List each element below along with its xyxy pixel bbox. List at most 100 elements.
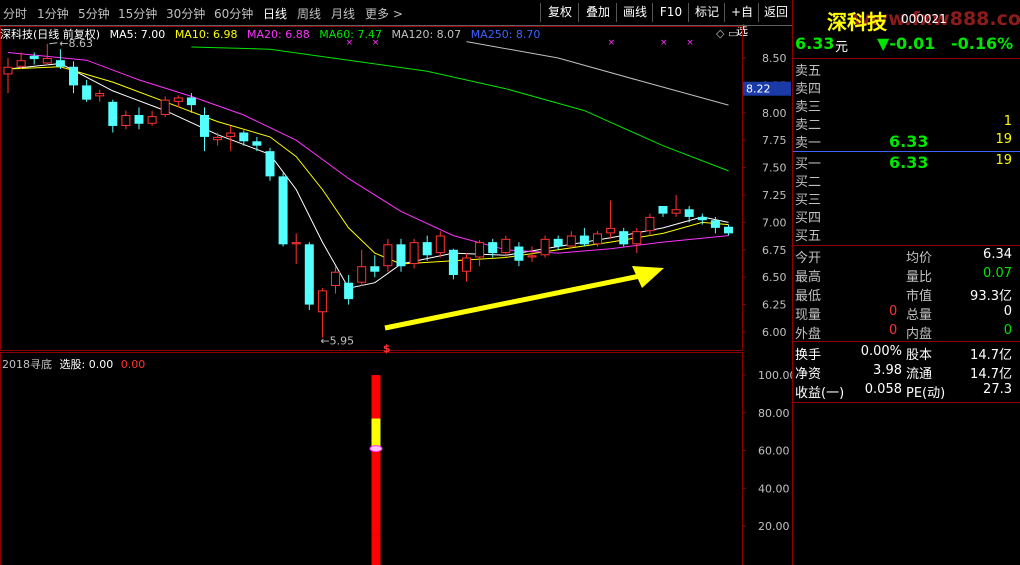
candle-body [501, 238, 511, 254]
indicator-value: 0.00 [120, 358, 146, 371]
candle [108, 99, 118, 133]
stat-label: 内盘 [906, 327, 933, 342]
candle-body [579, 235, 589, 245]
stat-value: 0 [1003, 323, 1012, 338]
stat-value: 0.07 [983, 266, 1012, 281]
candle [553, 235, 563, 250]
fundamental-value: 27.3 [983, 382, 1012, 397]
candle [632, 227, 642, 254]
fundamental-row: 换手 0.00% 股本 14.7亿 [793, 343, 1020, 363]
stat-label: 市值 [906, 289, 933, 304]
candle [278, 173, 288, 247]
ma-line-ma20 [7, 52, 729, 254]
price-change: ▼-0.01 [877, 34, 936, 53]
sell-level-row: 卖五 [793, 59, 1020, 79]
candle-body [684, 209, 694, 217]
candle [213, 132, 223, 146]
candle-body [435, 235, 445, 254]
ma-line-ma5 [7, 62, 729, 289]
candle-body [265, 151, 275, 177]
candle [383, 238, 393, 272]
candle-body [239, 132, 249, 142]
stat-row: 最高 量比 0.07 [793, 265, 1020, 285]
y-tick-label: 7.75 [762, 134, 787, 147]
candle-body [658, 205, 668, 214]
panel-divider [792, 0, 793, 565]
indicator-y-label: 80.00 [758, 407, 790, 420]
signal-bar-segment [371, 535, 381, 565]
stat-label: 现量 [795, 308, 822, 323]
buy-order-book: 买一 6.33 19 买二 买三 买四 买五 [793, 152, 1020, 244]
candle-body [226, 132, 236, 137]
fundamental-label: 换手 [795, 348, 822, 363]
indicator-label: 选股: 0.00 [59, 358, 114, 371]
quote-stats: 今开 均价 6.34 最高 量比 0.07 最低 市值 93.3亿 现量 0 总量 0 外盘 0 内盘 0 [793, 246, 1020, 342]
event-mark: × [608, 38, 616, 48]
candle [724, 224, 733, 236]
price-change-pct: -0.16% [951, 34, 1014, 53]
candle [475, 239, 485, 267]
candle-body [396, 244, 406, 267]
candle-body [55, 60, 65, 67]
sell-level-label: 卖一 [795, 136, 822, 151]
fundamental-label: PE(动) [906, 386, 946, 401]
candle [186, 93, 196, 113]
sell-level-row: 卖二 1 [793, 113, 1020, 133]
candle [344, 275, 354, 305]
candle-body [108, 101, 118, 126]
ma10-label: MA10: 6.98 [174, 28, 238, 41]
candle [606, 200, 616, 239]
stat-row: 现量 0 总量 0 [793, 303, 1020, 323]
candle-body [540, 238, 550, 256]
stock-name: 深科技 [827, 10, 887, 34]
fundamental-stats: 换手 0.00% 股本 14.7亿 净资 3.98 流通 14.7亿收益(一) 0.058 PE(… [793, 343, 1020, 403]
candle [619, 227, 629, 247]
candle [566, 231, 576, 249]
candle-body [697, 216, 707, 221]
price-row: 6.33 元 ▼-0.01 -0.16% [793, 34, 1020, 56]
candle-body [645, 216, 655, 232]
fundamental-label: 股本 [906, 348, 933, 363]
indicator-y-label: 20.00 [758, 520, 790, 533]
fundamental-row: 净资 3.98 流通 14.7亿 [793, 362, 1020, 382]
candle-body [422, 242, 432, 256]
candle [200, 107, 209, 152]
candle-body [186, 97, 196, 106]
candle-body [304, 244, 314, 305]
sell-level-row: 卖三 [793, 95, 1020, 115]
candle [147, 110, 157, 126]
candle [291, 233, 301, 265]
candle-body [553, 238, 563, 247]
candle [435, 231, 445, 258]
y-tick-label: 8.00 [762, 107, 787, 120]
candle-body [514, 246, 524, 261]
chart-settings-icons[interactable]: ◇ ▭ [716, 27, 738, 40]
buy-level-row: 买四 [793, 206, 1020, 226]
price-unit: 元 [835, 40, 849, 55]
candle-body [291, 242, 301, 245]
stat-label: 外盘 [795, 327, 822, 342]
candle-body [42, 58, 52, 64]
candle [16, 52, 26, 69]
candle-body [632, 231, 642, 245]
high-marker-line [49, 42, 58, 45]
candle [134, 107, 144, 130]
candle [69, 61, 78, 94]
fundamental-value: 0.058 [864, 382, 902, 397]
candle-body [252, 141, 262, 146]
stat-value: 0 [889, 304, 898, 319]
buy-level-row: 买三 [793, 188, 1020, 208]
candle-body [160, 99, 170, 115]
stat-value: 93.3亿 [970, 289, 1012, 304]
candle-body [448, 249, 458, 276]
quote-panel: www.fxw888.com 深科技 000021 6.33 元 ▼-0.01 … [793, 0, 1020, 565]
candle [317, 288, 327, 338]
last-price: 6.33 [795, 34, 835, 53]
trend-arrow-line [384, 273, 641, 331]
sell-level-price: 6.33 [889, 132, 929, 151]
candle [645, 213, 655, 236]
fundamental-label: 收益(一) [795, 386, 845, 401]
candle [671, 195, 681, 217]
stat-label: 总量 [906, 308, 933, 323]
candle-body [462, 257, 471, 272]
